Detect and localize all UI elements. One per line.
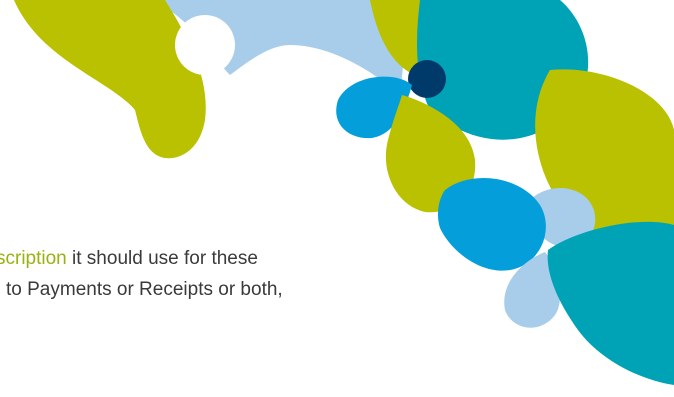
white-notch xyxy=(175,15,235,75)
text-line-1: scription it should use for these xyxy=(0,243,520,274)
text-line-2: to Payments or Receipts or both, xyxy=(6,279,283,300)
navy-centre-dot xyxy=(408,60,446,98)
slide-body-text: scription it should use for these to Pay… xyxy=(0,243,520,305)
highlight-word: scription xyxy=(0,248,67,269)
slide-canvas: scription it should use for these to Pay… xyxy=(0,0,674,397)
text-line-1-rest: it should use for these xyxy=(66,248,258,269)
decorative-petal-graphic xyxy=(14,0,674,385)
lime-petal-left xyxy=(14,0,206,159)
teal-petal-bottom-right xyxy=(547,221,674,385)
